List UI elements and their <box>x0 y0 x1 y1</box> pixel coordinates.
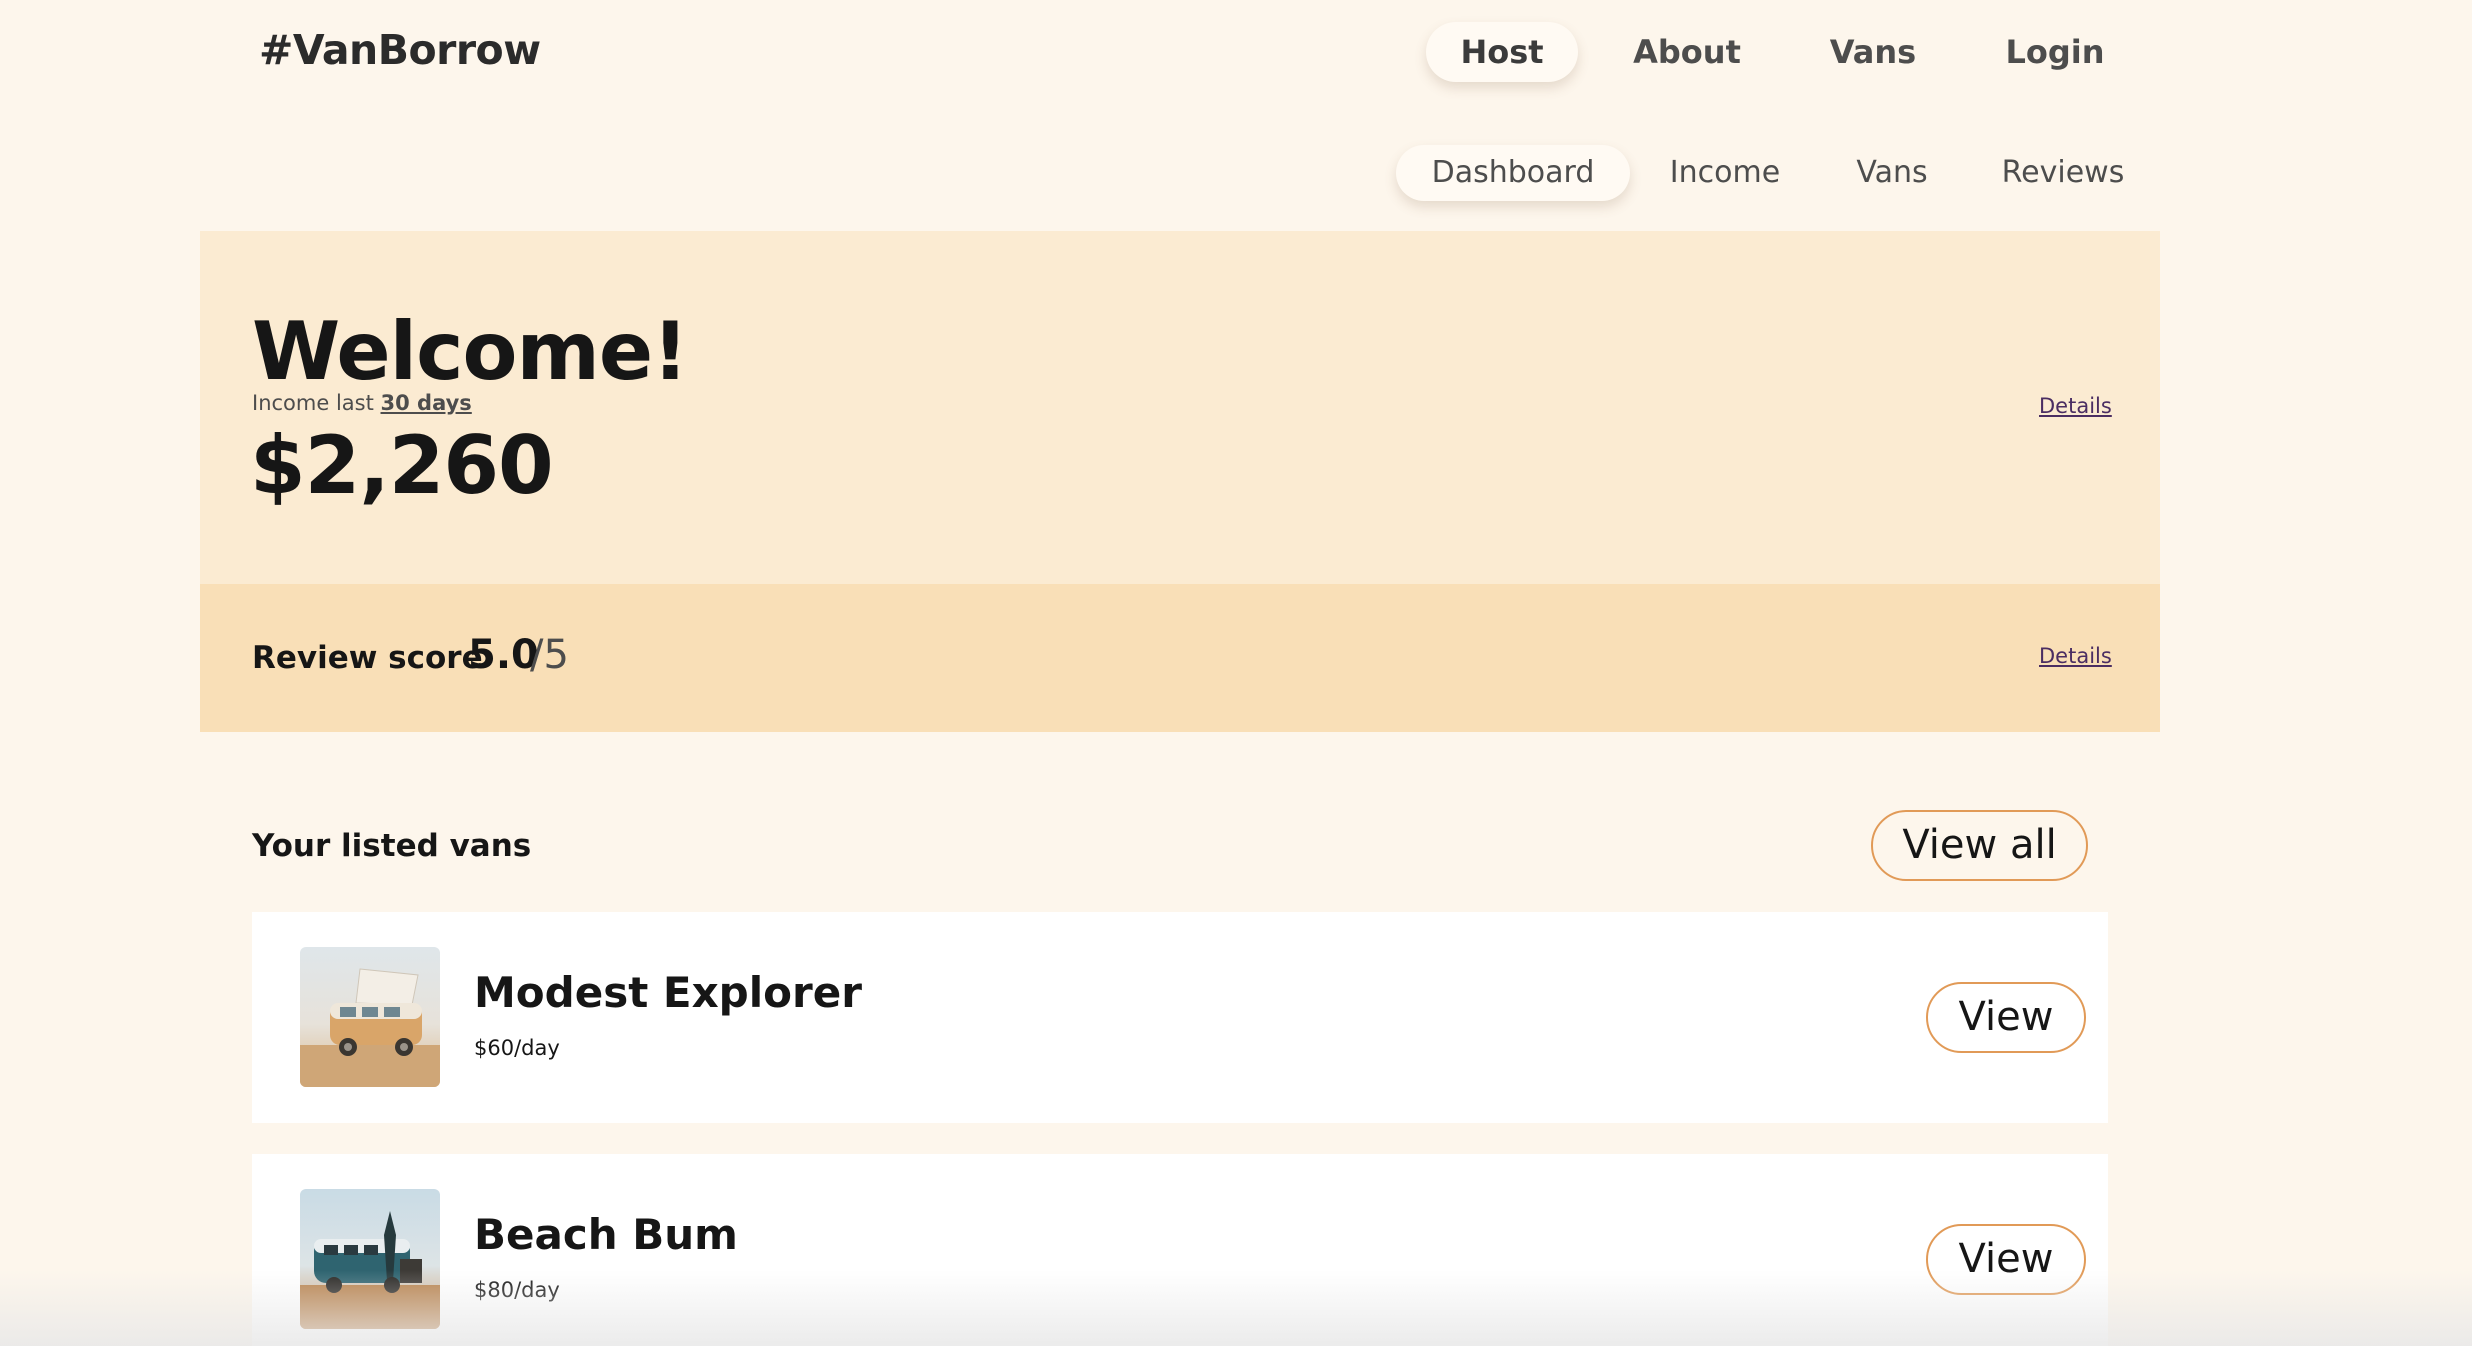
review-score-label: Review score <box>252 640 483 676</box>
van-name: Beach Bum <box>474 1210 738 1259</box>
review-score-panel: Review score 5.0 /5 Details <box>200 584 2160 732</box>
income-period-label: Income last 30 days <box>252 391 472 415</box>
view-van-button[interactable]: View <box>1926 982 2086 1053</box>
nav-login[interactable]: Login <box>1996 22 2114 82</box>
van-card: Beach Bum $80/day View <box>252 1154 2108 1346</box>
van-card: Modest Explorer $60/day View <box>252 912 2108 1123</box>
income-amount: $2,260 <box>250 419 554 512</box>
income-summary-panel: Welcome! Income last 30 days $2,260 Deta… <box>200 231 2160 584</box>
review-score-value: 5.0 <box>468 632 539 678</box>
income-details-link[interactable]: Details <box>2039 394 2112 418</box>
tab-dashboard[interactable]: Dashboard <box>1396 145 1630 201</box>
van-photo <box>300 947 440 1087</box>
welcome-heading: Welcome! <box>252 305 689 398</box>
tab-reviews[interactable]: Reviews <box>1994 145 2132 201</box>
van-photo <box>300 1189 440 1329</box>
nav-host[interactable]: Host <box>1426 22 1578 82</box>
tab-income[interactable]: Income <box>1656 145 1794 201</box>
tab-vans[interactable]: Vans <box>1846 145 1938 201</box>
listed-vans-heading: Your listed vans <box>252 828 532 864</box>
top-nav: Host About Vans Login <box>0 22 2472 84</box>
nav-about[interactable]: About <box>1620 22 1754 82</box>
van-name: Modest Explorer <box>474 968 862 1017</box>
review-score-max: /5 <box>530 632 569 678</box>
income-prefix: Income last <box>252 391 374 415</box>
view-all-button[interactable]: View all <box>1871 810 2088 881</box>
income-period: 30 days <box>380 391 472 415</box>
van-price: $80/day <box>474 1278 560 1302</box>
view-van-button[interactable]: View <box>1926 1224 2086 1295</box>
review-details-link[interactable]: Details <box>2039 644 2112 668</box>
nav-vans[interactable]: Vans <box>1816 22 1930 82</box>
van-price: $60/day <box>474 1036 560 1060</box>
host-dashboard-page: #VanBorrow Host About Vans Login Dashboa… <box>0 0 2472 1346</box>
host-sub-nav: Dashboard Income Vans Reviews <box>0 145 2472 201</box>
